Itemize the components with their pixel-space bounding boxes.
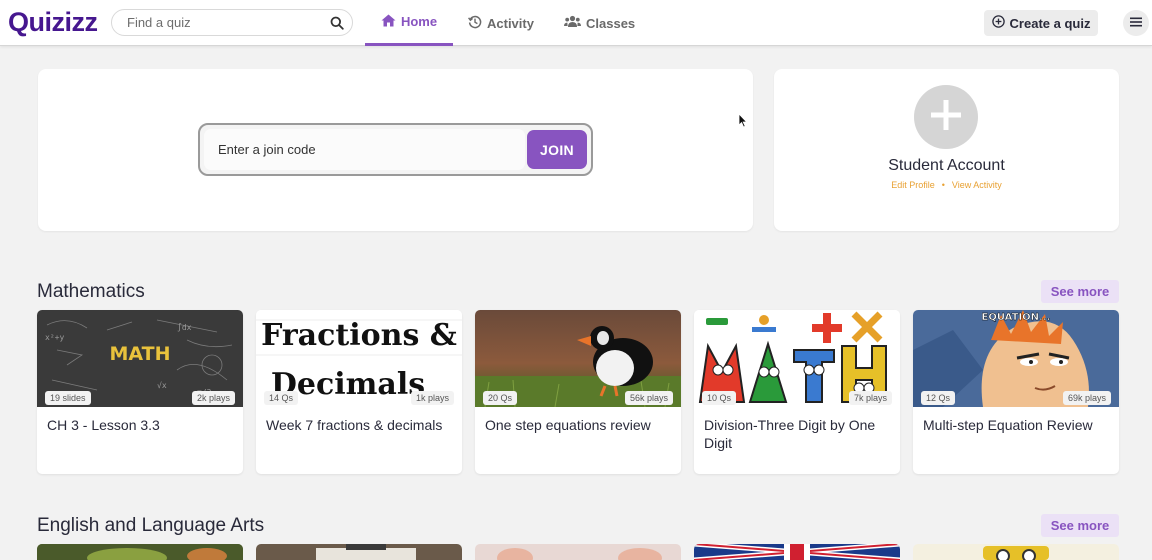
hamburger-menu-button[interactable]: [1123, 10, 1149, 36]
plays-badge: 56k plays: [624, 391, 673, 405]
search-input[interactable]: [112, 15, 322, 30]
search-bar[interactable]: [111, 9, 353, 36]
thumb-text: EQUATION...: [982, 312, 1051, 323]
account-links: Edit Profile • View Activity: [774, 180, 1119, 190]
edit-profile-link[interactable]: Edit Profile: [891, 180, 935, 190]
quiz-thumbnail: Fractions & Decimals 14 Qs 1k plays: [256, 310, 462, 407]
top-nav-bar: Quizizz Home Activity Classes Create a q…: [0, 0, 1152, 46]
history-icon: [468, 15, 482, 32]
tab-home[interactable]: Home: [365, 0, 453, 46]
quiz-card-1[interactable]: x²+y∫dxπ/2a+b=c√x MATH 19 slides 2k play…: [37, 310, 243, 474]
tab-activity[interactable]: Activity: [468, 0, 534, 46]
join-game-panel: JOIN: [38, 69, 753, 231]
tab-classes[interactable]: Classes: [564, 0, 635, 46]
join-code-box: JOIN: [198, 123, 593, 176]
account-name: Student Account: [888, 157, 1005, 174]
quiz-card-4[interactable]: 10 Qs 7k plays Division-Three Digit by O…: [694, 310, 900, 474]
plus-icon: [931, 99, 961, 135]
mouse-cursor-icon: [738, 112, 748, 133]
quiz-thumbnail: 20 Qs 56k plays: [475, 310, 681, 407]
account-panel: Student Account Edit Profile • View Acti…: [774, 69, 1119, 231]
plays-badge: 69k plays: [1062, 391, 1111, 405]
thumb-text: MATH: [110, 343, 171, 365]
create-quiz-button[interactable]: Create a quiz: [984, 10, 1098, 36]
thumb-text-line-1: Fractions &: [261, 318, 457, 353]
join-button[interactable]: JOIN: [527, 130, 587, 169]
question-count-badge: 14 Qs: [264, 391, 299, 405]
see-more-button-mathematics[interactable]: See more: [1041, 280, 1119, 303]
quiz-card-thumbnail-partial[interactable]: [475, 544, 681, 560]
quiz-thumbnail: x²+y∫dxπ/2a+b=c√x MATH 19 slides 2k play…: [37, 310, 243, 407]
question-count-badge: 10 Qs: [702, 391, 737, 405]
see-more-button-english[interactable]: See more: [1041, 514, 1119, 537]
quiz-card-thumbnail-partial[interactable]: [256, 544, 462, 560]
hamburger-icon: [1130, 14, 1142, 32]
quiz-card-title: Week 7 fractions & decimals: [266, 417, 443, 433]
quiz-card-title: Multi-step Equation Review: [923, 417, 1093, 433]
svg-text:√x: √x: [157, 381, 167, 390]
svg-text:∫dx: ∫dx: [177, 323, 192, 332]
plays-badge: 1k plays: [410, 391, 454, 405]
home-icon: [381, 14, 396, 30]
quiz-card-thumbnail-partial[interactable]: [913, 544, 1119, 560]
plays-badge: 7k plays: [848, 391, 892, 405]
quiz-card-title: Division-Three Digit by One Digit: [704, 417, 876, 451]
question-count-badge: 20 Qs: [483, 391, 518, 405]
question-count-badge: 19 slides: [45, 391, 91, 405]
svg-text:x²+y: x²+y: [45, 333, 64, 342]
search-icon[interactable]: [322, 16, 352, 30]
quiz-card-2[interactable]: Fractions & Decimals 14 Qs 1k plays Week…: [256, 310, 462, 474]
question-count-badge: 12 Qs: [921, 391, 956, 405]
plays-badge: 2k plays: [191, 391, 235, 405]
users-icon: [564, 15, 581, 31]
quiz-card-5[interactable]: EQUATION... 12 Qs 69k plays Multi-step E…: [913, 310, 1119, 474]
quiz-card-title: CH 3 - Lesson 3.3: [47, 417, 160, 433]
tab-classes-label: Classes: [586, 15, 636, 31]
create-quiz-label: Create a quiz: [1009, 15, 1091, 31]
plus-circle-icon: [991, 15, 1005, 31]
quiz-card-thumbnail-partial[interactable]: [37, 544, 243, 560]
avatar[interactable]: [914, 85, 978, 149]
quiz-thumbnail: 10 Qs 7k plays: [694, 310, 900, 407]
link-separator: •: [941, 180, 945, 190]
join-code-input[interactable]: [204, 129, 525, 170]
section-title-english: English and Language Arts: [37, 515, 265, 536]
view-activity-link[interactable]: View Activity: [952, 180, 1002, 190]
tab-activity-label: Activity: [487, 15, 534, 31]
quiz-card-3[interactable]: 20 Qs 56k plays One step equations revie…: [475, 310, 681, 474]
section-title-mathematics: Mathematics: [37, 281, 145, 302]
quiz-thumbnail: EQUATION... 12 Qs 69k plays: [913, 310, 1119, 407]
quiz-card-thumbnail-partial[interactable]: [694, 544, 900, 560]
quiz-card-title: One step equations review: [485, 417, 651, 433]
quizizz-logo[interactable]: Quizizz: [8, 6, 98, 38]
tab-home-label: Home: [400, 14, 438, 29]
